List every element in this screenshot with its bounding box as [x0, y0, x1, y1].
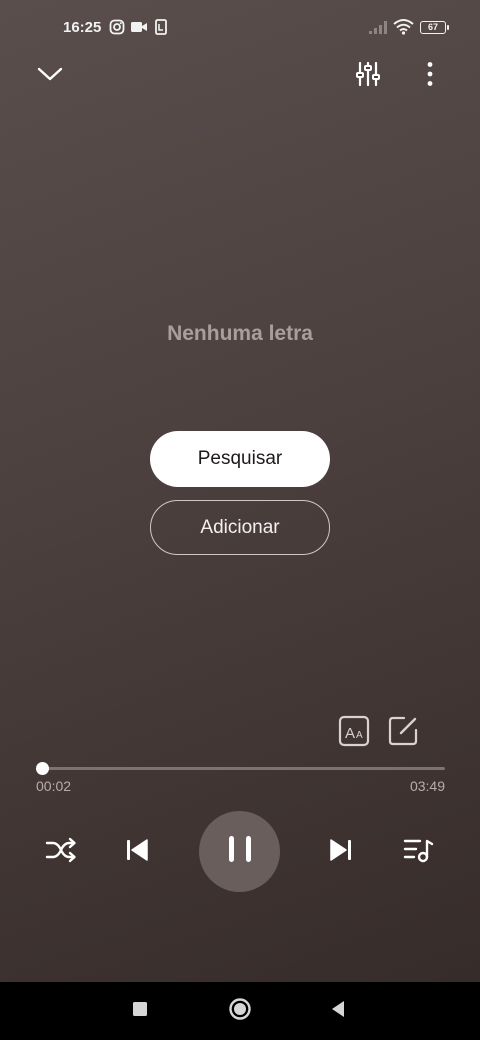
total-time: 03:49 — [409, 778, 445, 794]
playlist-button[interactable] — [399, 834, 437, 870]
progress-bar[interactable] — [35, 762, 445, 775]
video-camera-icon — [130, 19, 148, 40]
add-lyrics-button[interactable]: Adicionar — [150, 500, 330, 555]
battery-icon: 67 — [420, 21, 449, 34]
more-vertical-icon — [426, 61, 434, 92]
progress-thumb[interactable] — [35, 762, 49, 775]
font-size-icon: AA — [338, 715, 370, 752]
instagram-icon — [109, 19, 125, 40]
playlist-icon — [402, 836, 434, 869]
recent-apps-icon — [132, 1001, 148, 1022]
system-nav-bar — [0, 982, 480, 1040]
svg-text:A: A — [345, 725, 355, 742]
home-icon — [228, 997, 252, 1026]
edit-icon — [387, 715, 419, 752]
player-screen: 16:25 67 Nenhuma letra Pesquisar Adicion… — [0, 0, 480, 982]
back-icon — [330, 1000, 346, 1023]
back-button[interactable] — [308, 982, 368, 1040]
previous-icon — [124, 838, 150, 867]
previous-button[interactable] — [118, 834, 156, 870]
search-lyrics-button[interactable]: Pesquisar — [150, 431, 330, 487]
font-size-button[interactable]: AA — [337, 715, 371, 752]
no-lyrics-message: Nenhuma letra — [167, 322, 313, 345]
play-pause-button[interactable] — [199, 811, 280, 892]
status-time: 16:25 — [63, 19, 102, 36]
equalizer-button[interactable] — [346, 54, 390, 98]
collapse-button[interactable] — [28, 54, 72, 98]
svg-text:A: A — [356, 730, 363, 741]
current-time: 00:02 — [36, 778, 72, 794]
wifi-icon — [393, 18, 414, 40]
recent-apps-button[interactable] — [110, 982, 170, 1040]
next-icon — [328, 838, 354, 867]
edit-lyrics-button[interactable] — [386, 716, 420, 750]
call-forward-icon — [155, 19, 167, 40]
status-bar: 16:25 67 — [0, 0, 480, 56]
shuffle-icon — [45, 837, 77, 868]
more-options-button[interactable] — [408, 54, 452, 98]
pause-icon — [226, 834, 254, 869]
signal-icon — [368, 20, 388, 40]
chevron-down-icon — [37, 66, 63, 87]
home-button[interactable] — [210, 982, 270, 1040]
shuffle-button[interactable] — [42, 834, 80, 870]
equalizer-icon — [355, 61, 381, 92]
next-button[interactable] — [322, 834, 360, 870]
